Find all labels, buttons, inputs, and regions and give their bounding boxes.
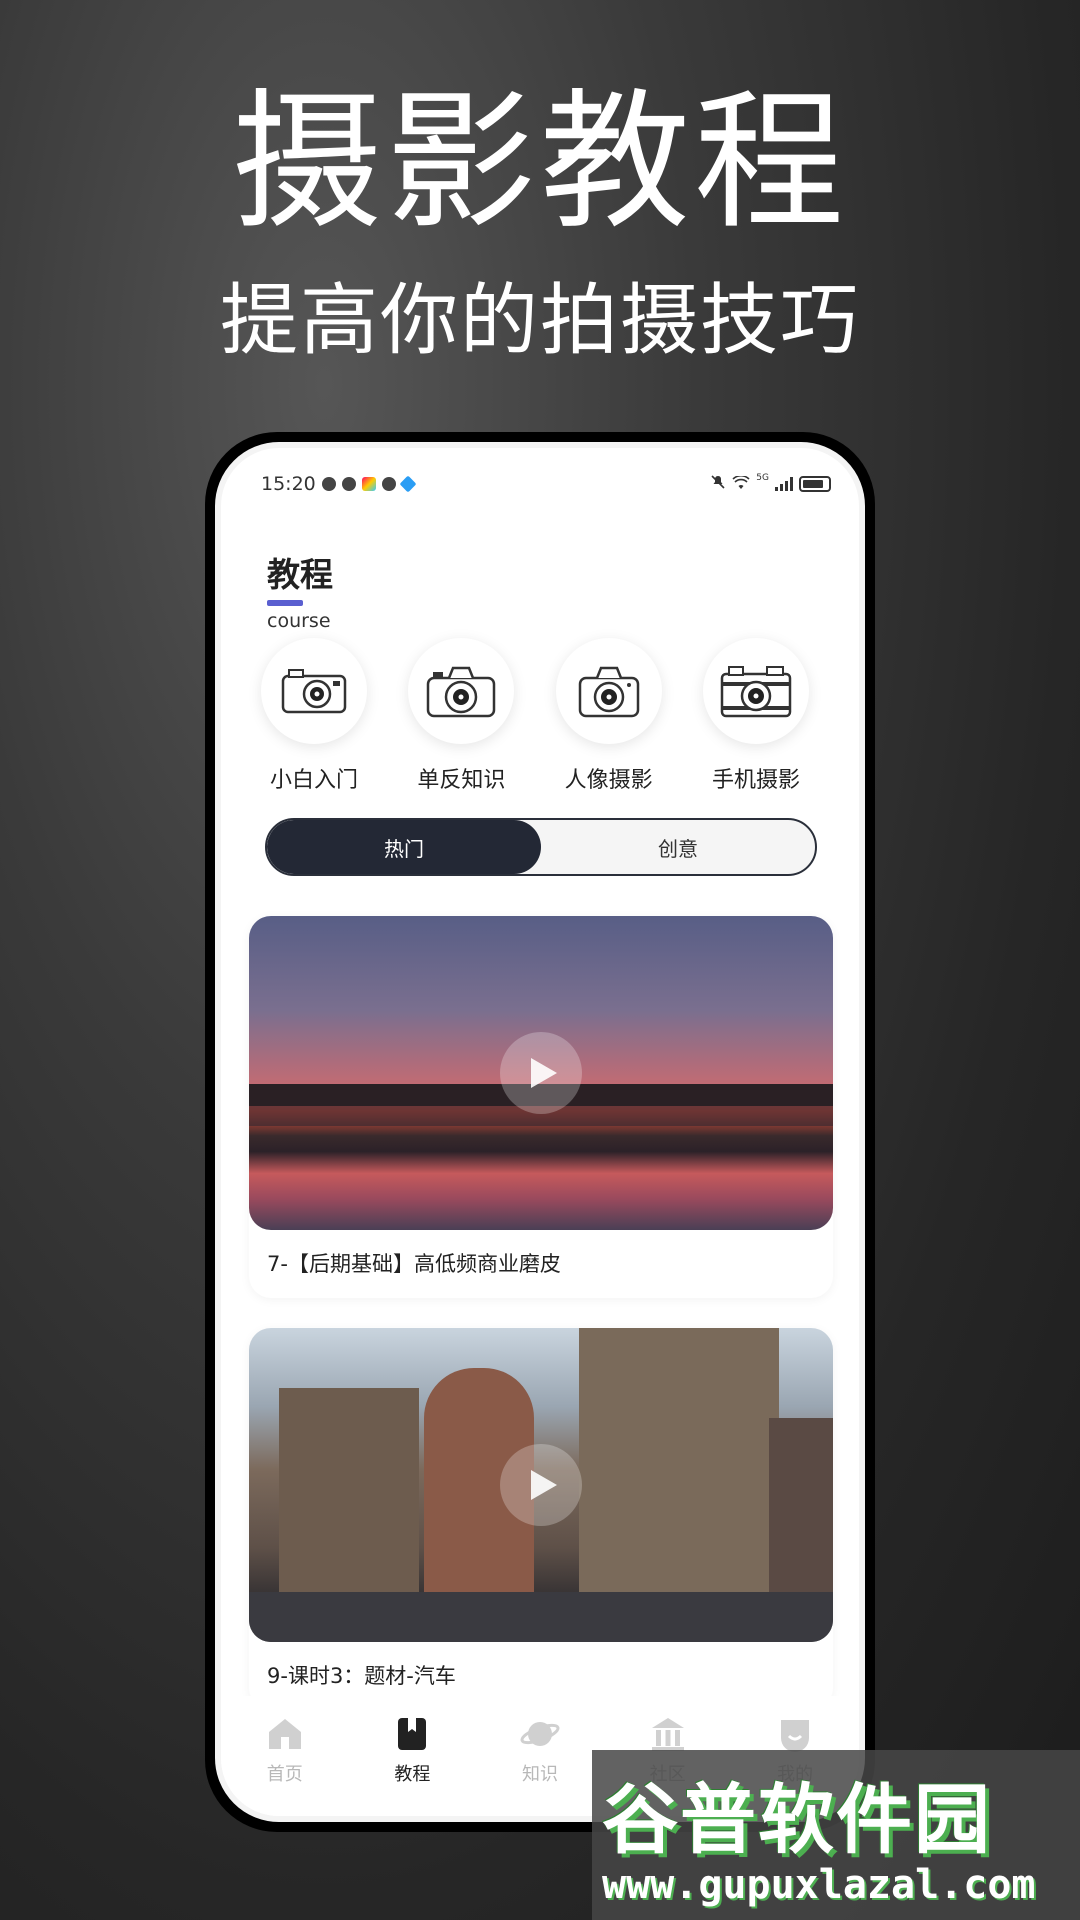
segment-control: 热门 创意 (265, 818, 817, 876)
thumbnail-building (279, 1388, 419, 1618)
video-thumbnail[interactable] (249, 916, 833, 1230)
watermark: 谷普软件园 www.gupuxlazal.com (592, 1750, 1080, 1920)
category-portrait[interactable]: 人像摄影 (550, 638, 668, 794)
status-bar: 15:20 5G (221, 448, 859, 520)
promo-subtitle: 提高你的拍摄技巧 (219, 276, 860, 366)
category-label: 小白入门 (269, 768, 358, 793)
signal-icon (775, 477, 793, 491)
category-label: 单反知识 (417, 768, 506, 793)
category-beginner[interactable]: 小白入门 (255, 638, 373, 794)
thumbnail-building (769, 1418, 833, 1618)
video-card[interactable]: 9-课时3：题材-汽车 (249, 1328, 833, 1710)
portrait-camera-icon (555, 638, 662, 744)
mute-icon (710, 473, 726, 495)
status-time: 15:20 (261, 473, 316, 495)
video-card[interactable]: 7-【后期基础】高低频商业磨皮 (249, 916, 833, 1298)
play-icon[interactable] (500, 1032, 582, 1114)
segment-creative[interactable]: 创意 (541, 820, 815, 874)
planet-icon (520, 1714, 560, 1754)
play-icon[interactable] (500, 1444, 582, 1526)
watermark-url: www.gupuxlazal.com (602, 1862, 1036, 1908)
battery-icon (799, 476, 831, 492)
thumbnail-street (249, 1592, 833, 1642)
user-icon (775, 1714, 815, 1754)
phone-frame: 15:20 5G 教程 course 小白入门 单反知识 人像摄影 手机摄影 热… (205, 432, 875, 1832)
promo-title: 摄影教程 (231, 76, 848, 250)
page-subtitle: course (267, 610, 331, 632)
page-title: 教程 (267, 555, 333, 594)
tab-course[interactable]: 教程 (357, 1714, 467, 1816)
retro-camera-icon (702, 638, 809, 744)
send-icon (399, 475, 417, 493)
category-label: 手机摄影 (711, 768, 800, 793)
category-mobile[interactable]: 手机摄影 (697, 638, 815, 794)
page-header: 教程 course (267, 548, 333, 632)
thumbnail-building (579, 1328, 779, 1628)
app-screen: 15:20 5G 教程 course 小白入门 单反知识 人像摄影 手机摄影 热… (215, 442, 865, 1822)
bell-icon (381, 477, 396, 491)
dslr-camera-icon (408, 638, 515, 744)
shield-icon (321, 477, 336, 491)
video-title: 7-【后期基础】高低频商业磨皮 (267, 1252, 561, 1276)
category-row: 小白入门 单反知识 人像摄影 手机摄影 (255, 638, 815, 794)
wifi-icon (732, 473, 750, 495)
tab-home[interactable]: 首页 (230, 1714, 340, 1816)
category-label: 人像摄影 (564, 768, 653, 793)
app-icon (361, 477, 376, 491)
title-underline (267, 600, 303, 606)
tab-knowledge[interactable]: 知识 (485, 1714, 595, 1816)
tab-label: 知识 (521, 1764, 558, 1785)
tab-label: 教程 (394, 1764, 431, 1785)
chat-icon (341, 477, 356, 491)
home-icon (265, 1714, 305, 1754)
temple-icon (648, 1714, 688, 1754)
network-type: 5G (756, 473, 769, 483)
bookmark-book-icon (392, 1714, 432, 1754)
segment-hot[interactable]: 热门 (267, 820, 541, 874)
tab-label: 首页 (266, 1764, 303, 1785)
watermark-brand: 谷普软件园 (602, 1775, 992, 1864)
compact-camera-icon (261, 638, 367, 744)
category-dslr[interactable]: 单反知识 (402, 638, 520, 794)
video-thumbnail[interactable] (249, 1328, 833, 1642)
